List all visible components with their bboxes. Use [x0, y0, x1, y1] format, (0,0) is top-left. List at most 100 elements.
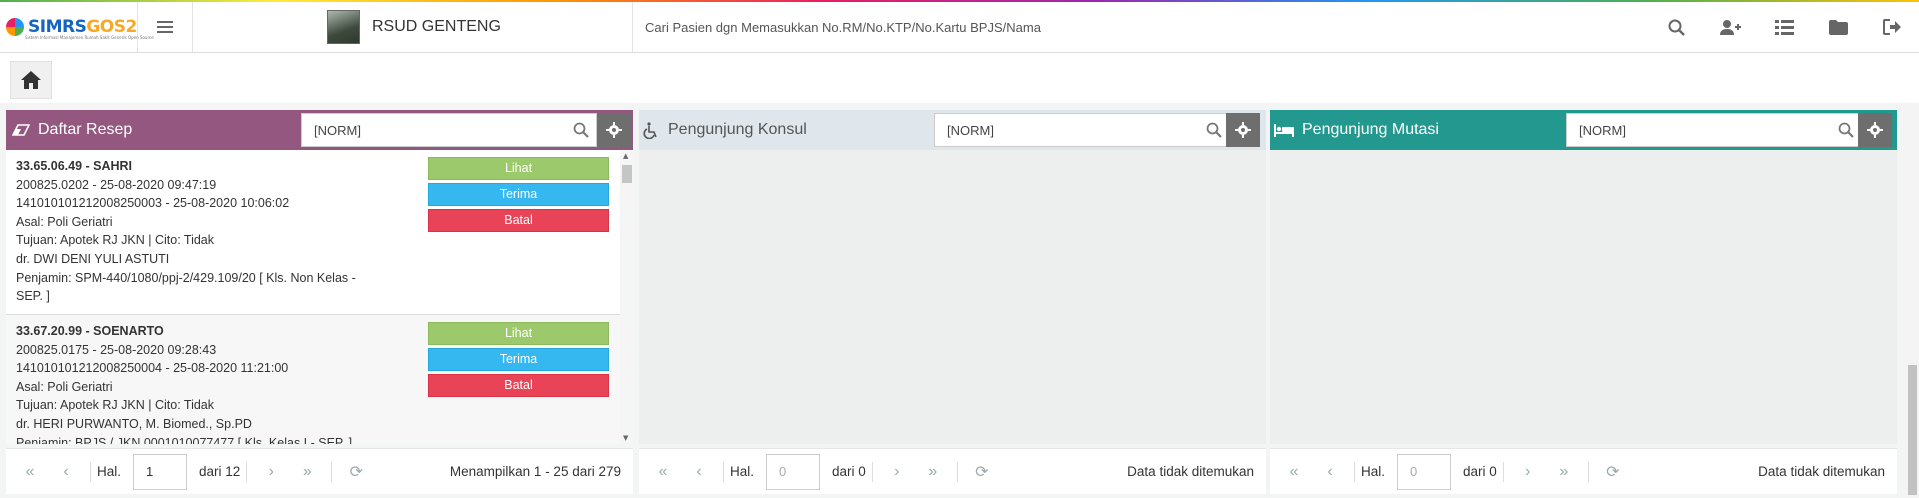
first-page-icon[interactable]: «	[1276, 463, 1312, 481]
page-total: dari 12	[199, 464, 241, 479]
page-label: Hal.	[730, 464, 755, 479]
wheelchair-icon	[643, 121, 657, 139]
konsul-list	[639, 150, 1266, 444]
scroll-up-icon[interactable]: ▲	[623, 152, 628, 160]
global-patient-search[interactable]: Cari Pasien dgn Memasukkan No.RM/No.KTP/…	[645, 20, 1041, 35]
hamburger-icon	[157, 21, 173, 33]
logout-icon	[1882, 19, 1901, 35]
panel-daftar-resep: Daftar Resep [NORM] 33.65.06.49 - SAHRI …	[6, 110, 633, 494]
konsul-settings-button[interactable]	[1226, 113, 1260, 147]
prev-page-icon[interactable]: ‹	[681, 463, 717, 481]
folder-button[interactable]	[1811, 2, 1865, 52]
search-icon[interactable]	[1831, 122, 1861, 138]
mutasi-pagination: « ‹ Hal. 0 dari 0 › » ⟳ Data tidak ditem…	[1270, 448, 1897, 494]
mutasi-list	[1270, 150, 1897, 444]
search-value: [NORM]	[947, 122, 994, 138]
add-patient-button[interactable]	[1703, 2, 1757, 52]
last-page-icon[interactable]: »	[289, 463, 325, 481]
lihat-button[interactable]: Lihat	[428, 157, 609, 180]
refresh-icon[interactable]: ⟳	[338, 462, 374, 482]
logo-text-b: GOS2	[86, 17, 137, 37]
resep-search-input[interactable]: [NORM]	[301, 113, 597, 147]
last-page-icon[interactable]: »	[915, 463, 951, 481]
doctor: dr. DWI DENI YULI ASTUTI	[16, 251, 170, 266]
home-button[interactable]	[10, 61, 52, 99]
panel-title: Pengunjung Konsul	[668, 121, 807, 138]
logo-text-a: SIMRS	[28, 17, 87, 37]
user-plus-icon	[1720, 19, 1741, 35]
page-input[interactable]: 0	[1397, 453, 1452, 490]
list-button[interactable]	[1757, 2, 1811, 52]
last-page-icon[interactable]: »	[1546, 463, 1582, 481]
page-label: Hal.	[1361, 464, 1386, 479]
hospital-header: RSUD GENTENG	[193, 2, 633, 52]
page-scroll-thumb[interactable]	[1908, 365, 1917, 495]
top-actions	[1649, 2, 1919, 52]
top-navbar: SIMRSGOS2 Sistem Informasi Manajemen Rum…	[0, 0, 1919, 53]
mutasi-search-input[interactable]: [NORM]	[1566, 113, 1862, 147]
first-page-icon[interactable]: «	[12, 463, 48, 481]
hospital-name: RSUD GENTENG	[372, 18, 501, 35]
gear-icon	[606, 122, 622, 138]
panel-header-mutasi: Pengunjung Mutasi [NORM]	[1270, 110, 1897, 150]
lihat-button[interactable]: Lihat	[428, 322, 609, 345]
logo-mark-icon	[6, 18, 24, 36]
gear-icon	[1235, 122, 1251, 138]
guarantor: Penjamin: BPJS / JKN 0001010077477 [ Kls…	[16, 435, 353, 444]
page-input[interactable]: 0	[766, 453, 821, 490]
panel-pengunjung-konsul: Pengunjung Konsul [NORM] « ‹ Hal. 0 dari…	[639, 110, 1266, 494]
hamburger-menu-button[interactable]	[138, 2, 193, 52]
page-total: dari 0	[832, 464, 866, 479]
resep-pagination: « ‹ Hal. 1 dari 12 › » ⟳ Menampilkan 1 -…	[6, 448, 633, 494]
panel-title: Pengunjung Mutasi	[1302, 121, 1439, 138]
terima-button[interactable]: Terima	[428, 183, 609, 206]
pagination-info: Data tidak ditemukan	[1127, 464, 1254, 479]
resep-settings-button[interactable]	[597, 113, 631, 147]
konsul-pagination: « ‹ Hal. 0 dari 0 › » ⟳ Data tidak ditem…	[639, 448, 1266, 494]
prev-page-icon[interactable]: ‹	[1312, 463, 1348, 481]
search-icon[interactable]	[1199, 122, 1229, 138]
search-button[interactable]	[1649, 2, 1703, 52]
batal-button[interactable]: Batal	[428, 209, 609, 232]
terima-button[interactable]: Terima	[428, 348, 609, 371]
next-page-icon[interactable]: ›	[879, 463, 915, 481]
next-page-icon[interactable]: ›	[1510, 463, 1546, 481]
search-icon[interactable]	[566, 122, 596, 138]
panel-title: Daftar Resep	[38, 121, 133, 138]
scroll-thumb[interactable]	[622, 165, 632, 183]
refresh-icon[interactable]: ⟳	[1595, 462, 1631, 482]
logout-button[interactable]	[1865, 2, 1919, 52]
konsul-search-input[interactable]: [NORM]	[934, 113, 1230, 147]
first-page-icon[interactable]: «	[645, 463, 681, 481]
bed-icon	[1274, 124, 1294, 137]
panel-header-konsul: Pengunjung Konsul [NORM]	[639, 110, 1266, 150]
scroll-down-icon[interactable]: ▼	[623, 434, 628, 442]
next-page-icon[interactable]: ›	[253, 463, 289, 481]
page-input[interactable]: 1	[133, 453, 188, 490]
list-item: 33.65.06.49 - SAHRI 200825.0202 - 25-08-…	[6, 150, 633, 315]
page-scrollbar[interactable]	[1906, 103, 1919, 498]
home-icon	[21, 71, 41, 89]
batal-button[interactable]: Batal	[428, 374, 609, 397]
panel-header-resep: Daftar Resep [NORM]	[6, 110, 633, 150]
doctor: dr. HERI PURWANTO, M. Biomed., Sp.PD	[16, 416, 252, 431]
pagination-info: Menampilkan 1 - 25 dari 279	[449, 464, 621, 479]
resep-list: 33.65.06.49 - SAHRI 200825.0202 - 25-08-…	[6, 150, 633, 444]
refresh-icon[interactable]: ⟳	[964, 462, 1000, 482]
list-scrollbar[interactable]: ▲ ▼	[620, 150, 633, 444]
guarantor-cont: SEP. ]	[16, 289, 50, 304]
search-icon	[1668, 19, 1685, 36]
app-logo[interactable]: SIMRSGOS2 Sistem Informasi Manajemen Rum…	[0, 2, 154, 52]
pagination-info: Data tidak ditemukan	[1758, 464, 1885, 479]
gear-icon	[1867, 122, 1883, 138]
search-value: [NORM]	[314, 122, 361, 138]
search-value: [NORM]	[1579, 122, 1626, 138]
prev-page-icon[interactable]: ‹	[48, 463, 84, 481]
guarantor: Penjamin: SPM-440/1080/ppj-2/429.109/20 …	[16, 270, 356, 285]
item-actions: Lihat Terima Batal	[428, 157, 609, 235]
list-item: 33.67.20.99 - SOENARTO 200825.0175 - 25-…	[6, 315, 633, 444]
logo-subtitle: Sistem Informasi Manajemen Rumah Sakit G…	[25, 35, 154, 40]
hospital-thumbnail	[327, 10, 360, 44]
folder-icon	[1828, 19, 1848, 35]
mutasi-settings-button[interactable]	[1858, 113, 1892, 147]
